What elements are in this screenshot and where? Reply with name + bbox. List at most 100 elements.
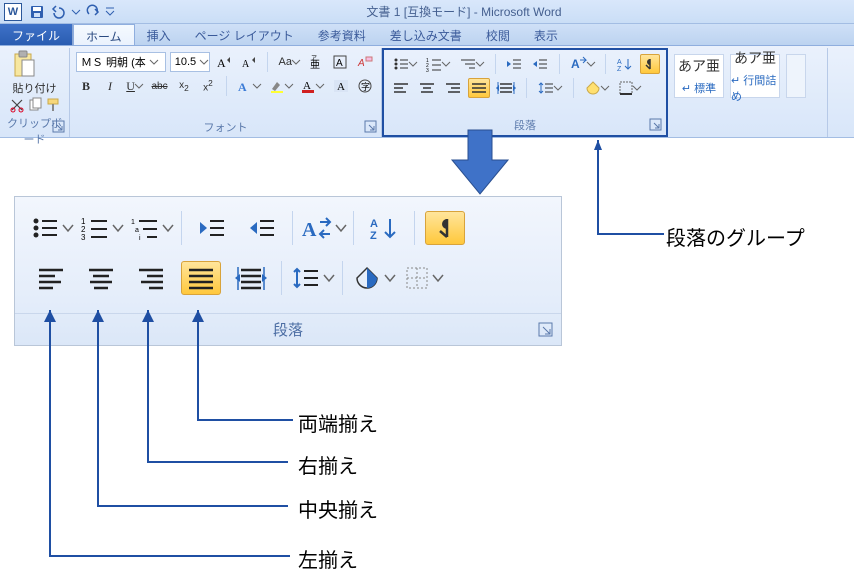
tab-mailings[interactable]: 差し込み文書 [378,24,474,45]
copy-icon[interactable] [28,98,42,115]
align-justify-button[interactable] [468,78,490,98]
zoom-align-left-button[interactable] [31,261,71,295]
char-shading-button[interactable]: A [330,76,351,96]
shading-button[interactable] [582,78,612,98]
zoom-numbering-button[interactable]: 123 [81,211,121,245]
svg-text:A: A [337,81,345,93]
zoom-align-right-button[interactable] [131,261,171,295]
zoom-increase-indent-button[interactable] [242,211,282,245]
style-normal-label: ↵ 標準 [682,80,716,96]
paste-button[interactable] [6,50,42,80]
callout-center: 中央揃え [298,494,378,523]
style-no-spacing[interactable]: あア亜 ↵ 行間詰め [730,54,780,98]
style-nospace-label: ↵ 行間詰め [731,72,779,104]
decrease-indent-button[interactable] [504,54,526,74]
highlight-button[interactable] [267,76,295,96]
show-marks-button[interactable] [640,54,660,74]
tab-insert[interactable]: 挿入 [135,24,183,45]
zoom-paragraph-launcher-icon[interactable] [539,323,553,337]
change-case-button[interactable]: Aa [276,52,302,72]
font-launcher-icon[interactable] [365,121,377,133]
chevron-down-icon [433,273,441,283]
asian-layout-button[interactable]: A [568,54,598,74]
chevron-down-icon [633,84,641,92]
cut-icon[interactable] [10,98,24,115]
svg-text:A: A [336,58,343,69]
bold-button[interactable]: B [76,76,96,96]
undo-icon[interactable] [50,5,66,19]
subscript-button[interactable]: x2 [174,76,194,96]
chevron-down-icon [385,273,393,283]
chevron-down-icon [163,223,171,233]
chevron-down-icon [63,223,71,233]
leader-justify [178,310,318,440]
increase-indent-button[interactable] [529,54,551,74]
tab-view[interactable]: 表示 [522,24,570,45]
style-gallery-more[interactable] [786,54,806,98]
style-normal[interactable]: あア亜 ↵ 標準 [674,54,724,98]
zoom-bullets-button[interactable] [31,211,71,245]
save-icon[interactable] [30,5,44,19]
big-arrow-icon [450,130,510,196]
line-spacing-button[interactable] [535,78,565,98]
enclose-char-button[interactable]: 字 [355,76,375,96]
chevron-down-icon [554,84,562,92]
grow-font-button[interactable]: A [214,52,235,72]
shrink-font-button[interactable]: A [239,52,260,72]
zoom-decrease-indent-button[interactable] [192,211,232,245]
align-center-button[interactable] [416,78,438,98]
paragraph-launcher-icon[interactable] [650,119,662,131]
tab-file[interactable]: ファイル [0,24,73,45]
group-clipboard: 貼り付け クリップボード [0,48,70,137]
text-effects-button[interactable]: A [235,76,263,96]
char-border-button[interactable]: A [330,52,350,72]
underline-button[interactable]: U [124,76,145,96]
ruby-button[interactable]: ア亜 [306,52,326,72]
qat-customize-icon[interactable] [106,7,114,17]
svg-text:Z: Z [370,230,377,242]
clear-format-button[interactable]: A [354,52,375,72]
zoom-align-center-button[interactable] [81,261,121,295]
svg-text:字: 字 [361,81,370,92]
clipboard-launcher-icon[interactable] [53,121,65,133]
align-left-button[interactable] [390,78,412,98]
font-name-combo[interactable]: ＭＳ 明朝 (本 [76,52,166,72]
group-font-label: フォント [76,119,375,137]
undo-dropdown-icon[interactable] [72,8,80,16]
zoom-line-spacing-button[interactable] [292,261,332,295]
tab-review[interactable]: 校閲 [474,24,522,45]
superscript-button[interactable]: x2 [198,76,218,96]
multilevel-list-button[interactable] [457,54,487,74]
zoom-align-distribute-button[interactable] [231,261,271,295]
svg-text:i: i [139,235,141,242]
tab-page-layout[interactable]: ページ レイアウト [183,24,306,45]
tab-references[interactable]: 参考資料 [306,24,378,45]
svg-text:A: A [238,80,247,94]
numbering-button[interactable]: 123 [424,54,454,74]
format-painter-icon[interactable] [46,98,60,115]
italic-button[interactable]: I [100,76,120,96]
tab-home[interactable]: ホーム [73,24,135,45]
strike-label: abc [151,81,167,92]
font-size-combo[interactable]: 10.5 [170,52,210,72]
sort-button[interactable]: AZ [614,54,636,74]
align-right-button[interactable] [442,78,464,98]
callout-left: 左揃え [298,544,358,573]
chevron-down-icon [316,82,324,90]
svg-text:A: A [571,57,580,71]
align-distribute-button[interactable] [494,78,518,98]
zoom-sort-button[interactable]: AZ [364,211,404,245]
borders-button[interactable] [616,78,644,98]
bullets-button[interactable] [390,54,420,74]
zoom-multilevel-button[interactable]: 1ai [131,211,171,245]
zoom-shading-button[interactable] [353,261,393,295]
strike-button[interactable]: abc [149,76,170,96]
redo-icon[interactable] [86,5,100,19]
zoom-asian-layout-button[interactable]: A [303,211,343,245]
zoom-align-justify-button[interactable] [181,261,221,295]
zoom-borders-button[interactable] [403,261,443,295]
svg-text:3: 3 [426,68,429,74]
zoom-show-marks-button[interactable] [425,211,465,245]
font-color-button[interactable]: A [299,76,327,96]
callout-justify: 両端揃え [298,408,378,437]
